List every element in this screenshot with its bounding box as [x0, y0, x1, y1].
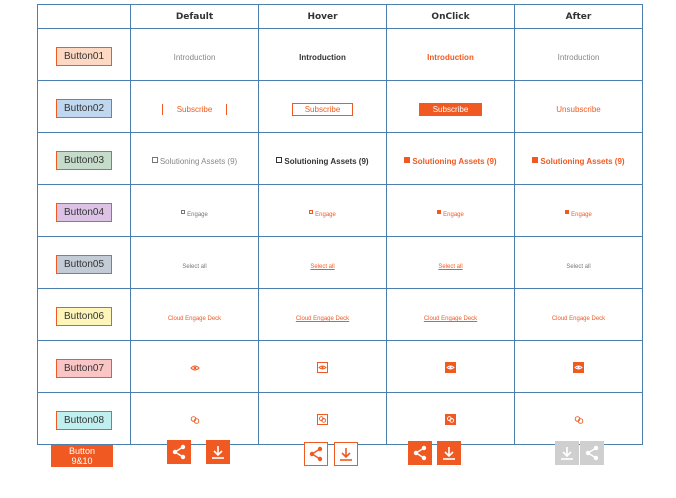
share-icon [585, 445, 599, 461]
select-all-hover[interactable]: Select all [310, 264, 334, 270]
cloud-deck-default[interactable]: Cloud Engage Deck [168, 316, 221, 322]
engage-after[interactable]: Engage [565, 201, 592, 220]
eye-icon[interactable] [445, 362, 456, 373]
introduction-default[interactable]: Introduction [174, 53, 216, 62]
header-corner [37, 4, 131, 29]
engage-hover[interactable]: Engage [309, 201, 336, 220]
download-icon [212, 446, 224, 459]
solutioning-hover[interactable]: Solutioning Assets (9) [276, 149, 369, 168]
button01-label[interactable]: Button01 [56, 46, 112, 66]
checkbox-icon [181, 209, 186, 214]
table-row: Button06 Cloud Engage Deck Cloud Engage … [37, 288, 643, 341]
share-button-onclick[interactable] [408, 441, 432, 465]
cloud-deck-onclick[interactable]: Cloud Engage Deck [424, 316, 477, 322]
share-button-hover[interactable] [304, 442, 328, 466]
solutioning-default[interactable]: Solutioning Assets (9) [151, 149, 237, 168]
checkbox-checked-icon [565, 209, 570, 214]
select-all-after[interactable]: Select all [566, 264, 590, 270]
select-all-default[interactable]: Select all [182, 264, 206, 270]
eye-icon[interactable] [573, 362, 584, 373]
subscribe-hover[interactable]: Subscribe [291, 103, 354, 116]
eye-icon[interactable] [317, 362, 328, 373]
download-icon [443, 447, 455, 460]
link-icon[interactable] [445, 414, 456, 425]
table-row: Button03 Solutioning Assets (9) Solution… [37, 132, 643, 185]
checkbox-checked-icon [532, 156, 539, 163]
download-button-after[interactable] [555, 441, 579, 465]
table-row: Button08 [37, 392, 643, 445]
download-button-onclick[interactable] [437, 441, 461, 465]
header-default: Default [130, 4, 259, 29]
download-icon [340, 448, 352, 461]
header-row: Default Hover OnClick After [37, 4, 643, 29]
checkbox-icon [276, 156, 283, 163]
share-button-after[interactable] [580, 441, 604, 465]
button05-label[interactable]: Button05 [56, 254, 112, 274]
table-row: Button02 Subscribe Subscribe Subscribe U… [37, 80, 643, 133]
introduction-onclick[interactable]: Introduction [427, 53, 474, 62]
download-button-hover[interactable] [334, 442, 358, 466]
solutioning-after[interactable]: Solutioning Assets (9) [532, 149, 625, 168]
button-9-10-row: Button 9&10 [0, 438, 676, 478]
share-icon [413, 445, 427, 461]
header-onclick: OnClick [386, 4, 515, 29]
checkbox-icon [151, 156, 158, 163]
button03-label[interactable]: Button03 [56, 150, 112, 170]
share-icon [309, 446, 323, 462]
cloud-deck-hover[interactable]: Cloud Engage Deck [296, 316, 349, 322]
button06-label[interactable]: Button06 [56, 306, 112, 326]
header-hover: Hover [258, 4, 387, 29]
introduction-hover[interactable]: Introduction [299, 53, 346, 62]
button02-label[interactable]: Button02 [56, 98, 112, 118]
button08-label[interactable]: Button08 [56, 410, 112, 430]
share-icon [172, 444, 186, 460]
subscribe-default[interactable]: Subscribe [161, 104, 228, 115]
engage-default[interactable]: Engage [181, 201, 208, 220]
introduction-after[interactable]: Introduction [558, 53, 600, 62]
table-row: Button07 [37, 340, 643, 393]
checkbox-icon [309, 209, 314, 214]
table-row: Button04 Engage Engage Engage Engage [37, 184, 643, 237]
select-all-onclick[interactable]: Select all [438, 264, 462, 270]
unsubscribe-after[interactable]: Unsubscribe [556, 105, 600, 114]
link-icon[interactable] [574, 415, 584, 425]
button07-label[interactable]: Button07 [56, 358, 112, 378]
checkbox-checked-icon [404, 156, 411, 163]
link-icon[interactable] [317, 414, 328, 425]
solutioning-onclick[interactable]: Solutioning Assets (9) [404, 149, 497, 168]
cloud-deck-after[interactable]: Cloud Engage Deck [552, 316, 605, 322]
table-row: Button01 Introduction Introduction Intro… [37, 28, 643, 81]
share-button-default[interactable] [167, 440, 191, 464]
button-states-table: Default Hover OnClick After Button01 Int… [37, 4, 643, 445]
eye-icon[interactable] [189, 363, 200, 373]
link-icon[interactable] [190, 415, 200, 425]
checkbox-checked-icon [437, 209, 442, 214]
button04-label[interactable]: Button04 [56, 202, 112, 222]
table-row: Button05 Select all Select all Select al… [37, 236, 643, 289]
engage-onclick[interactable]: Engage [437, 201, 464, 220]
download-icon [561, 447, 573, 460]
button-9-10-label[interactable]: Button 9&10 [51, 445, 113, 467]
download-button-default[interactable] [206, 440, 230, 464]
header-after: After [514, 4, 643, 29]
subscribe-onclick[interactable]: Subscribe [418, 103, 483, 116]
